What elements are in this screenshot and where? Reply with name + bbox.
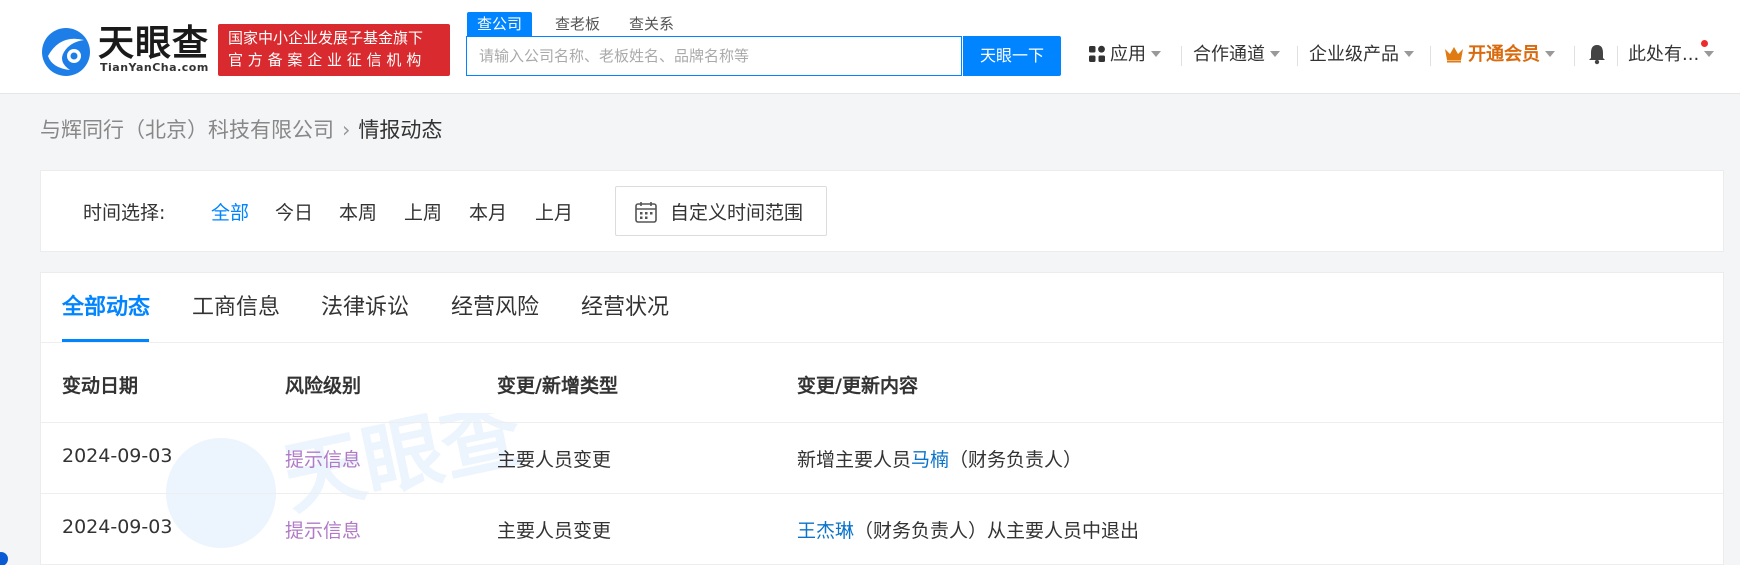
custom-range-button[interactable]: 自定义时间范围 bbox=[615, 186, 827, 236]
time-filter-panel: 时间选择: 全部 今日 本周 上周 本月 上月 自定义时间范围 bbox=[40, 170, 1724, 252]
content-prefix: 新增主要人员 bbox=[797, 449, 912, 471]
row-content: 王杰琳（财务负责人）从主要人员中退出 bbox=[797, 516, 1139, 543]
nav-enterprise-label: 企业级产品 bbox=[1309, 44, 1399, 65]
caret-down-icon bbox=[1404, 50, 1414, 57]
logo-domain: TianYanCha.com bbox=[100, 61, 209, 74]
nav-vip[interactable]: 开通会员 bbox=[1444, 40, 1555, 70]
content-suffix: （财务负责人）从主要人员中退出 bbox=[854, 520, 1140, 542]
row-change-type: 主要人员变更 bbox=[497, 449, 612, 471]
calendar-icon bbox=[635, 202, 657, 223]
nav-divider bbox=[1617, 46, 1618, 66]
row-date: 2024-09-03 bbox=[62, 516, 173, 538]
nav-enterprise[interactable]: 企业级产品 bbox=[1309, 40, 1414, 70]
search-input[interactable] bbox=[467, 37, 961, 75]
column-header-date: 变动日期 bbox=[62, 375, 139, 397]
time-filter-label: 时间选择: bbox=[83, 202, 166, 224]
search-button[interactable]: 天眼一下 bbox=[963, 36, 1061, 76]
search-tab-company[interactable]: 查公司 bbox=[467, 12, 533, 36]
breadcrumb-company[interactable]: 与辉同行（北京）科技有限公司 bbox=[40, 118, 334, 142]
table-header: 变动日期 风险级别 变更/新增类型 变更/更新内容 bbox=[41, 343, 1723, 423]
caret-down-icon bbox=[1545, 50, 1555, 57]
chevron-right-icon: › bbox=[342, 118, 351, 142]
nav-apps-label: 应用 bbox=[1110, 44, 1146, 65]
breadcrumb: 与辉同行（北京）科技有限公司 › 情报动态 bbox=[40, 114, 442, 146]
search-tab-relation[interactable]: 查关系 bbox=[629, 12, 674, 36]
search-box bbox=[466, 36, 962, 76]
breadcrumb-current: 情报动态 bbox=[358, 118, 443, 142]
row-change-type: 主要人员变更 bbox=[497, 520, 612, 542]
notification-dot bbox=[1701, 40, 1708, 47]
tab-all-dynamics[interactable]: 全部动态 bbox=[62, 293, 150, 323]
person-link[interactable]: 马楠 bbox=[911, 449, 949, 471]
tab-legal[interactable]: 法律诉讼 bbox=[321, 293, 409, 323]
person-link[interactable]: 王杰琳 bbox=[797, 520, 854, 542]
content-suffix: （财务负责人） bbox=[949, 449, 1083, 471]
active-tab-indicator bbox=[62, 339, 149, 342]
logo-text: 天眼查 bbox=[98, 23, 210, 64]
top-header: 天眼查 TianYanCha.com 国家中小企业发展子基金旗下 官方备案企业征… bbox=[0, 0, 1740, 94]
official-badge[interactable]: 国家中小企业发展子基金旗下 官方备案企业征信机构 bbox=[218, 24, 450, 76]
caret-down-icon bbox=[1270, 50, 1280, 57]
custom-range-label: 自定义时间范围 bbox=[670, 202, 804, 224]
badge-line-1: 国家中小企业发展子基金旗下 bbox=[228, 29, 424, 47]
nav-vip-label: 开通会员 bbox=[1468, 44, 1540, 65]
apps-grid-icon bbox=[1089, 45, 1105, 62]
floating-helper-button[interactable] bbox=[0, 552, 8, 565]
nav-user-label: 此处有... bbox=[1628, 44, 1700, 65]
tab-business-info[interactable]: 工商信息 bbox=[192, 293, 280, 323]
caret-down-icon bbox=[1704, 50, 1715, 57]
notification-bell[interactable] bbox=[1587, 40, 1607, 70]
row-date: 2024-09-03 bbox=[62, 445, 173, 467]
tianyancha-logo[interactable]: 天眼查 TianYanCha.com bbox=[40, 24, 210, 76]
time-option-all[interactable]: 全部 bbox=[211, 198, 249, 225]
column-header-content: 变更/更新内容 bbox=[797, 375, 918, 397]
time-option-this-week[interactable]: 本周 bbox=[339, 198, 377, 225]
tab-operating-status[interactable]: 经营状况 bbox=[581, 293, 669, 323]
row-risk-level[interactable]: 提示信息 bbox=[285, 445, 361, 472]
nav-divider bbox=[1181, 46, 1182, 66]
table-row: 2024-09-03 提示信息 主要人员变更 新增主要人员马楠（财务负责人） bbox=[41, 423, 1723, 494]
time-option-last-week[interactable]: 上周 bbox=[404, 198, 442, 225]
tianyancha-logo-icon bbox=[42, 28, 90, 76]
search-tab-boss[interactable]: 查老板 bbox=[555, 12, 600, 36]
nav-partner-label: 合作通道 bbox=[1193, 44, 1265, 65]
time-option-today[interactable]: 今日 bbox=[275, 198, 313, 225]
nav-apps[interactable]: 应用 bbox=[1088, 40, 1161, 70]
tab-operating-risk[interactable]: 经营风险 bbox=[451, 293, 539, 323]
row-risk-level[interactable]: 提示信息 bbox=[285, 516, 361, 543]
nav-partner[interactable]: 合作通道 bbox=[1193, 40, 1280, 70]
caret-down-icon bbox=[1151, 50, 1161, 57]
time-option-last-month[interactable]: 上月 bbox=[535, 198, 573, 225]
table-row: 2024-09-03 提示信息 主要人员变更 王杰琳（财务负责人）从主要人员中退… bbox=[41, 494, 1723, 565]
time-option-this-month[interactable]: 本月 bbox=[469, 198, 507, 225]
column-header-type: 变更/新增类型 bbox=[497, 375, 618, 397]
crown-icon bbox=[1445, 46, 1463, 62]
dynamics-tabs: 全部动态 工商信息 法律诉讼 经营风险 经营状况 bbox=[41, 273, 1723, 343]
nav-divider bbox=[1297, 46, 1298, 66]
nav-divider bbox=[1430, 46, 1431, 66]
column-header-risk: 风险级别 bbox=[285, 375, 362, 397]
row-content: 新增主要人员马楠（财务负责人） bbox=[797, 445, 1082, 472]
bell-icon bbox=[1589, 44, 1605, 64]
dynamics-panel: 天眼查 全部动态 工商信息 法律诉讼 经营风险 经营状况 变动日期 风险级别 变… bbox=[40, 272, 1724, 565]
badge-line-2: 官方备案企业征信机构 bbox=[228, 51, 427, 69]
nav-divider bbox=[1574, 46, 1575, 66]
